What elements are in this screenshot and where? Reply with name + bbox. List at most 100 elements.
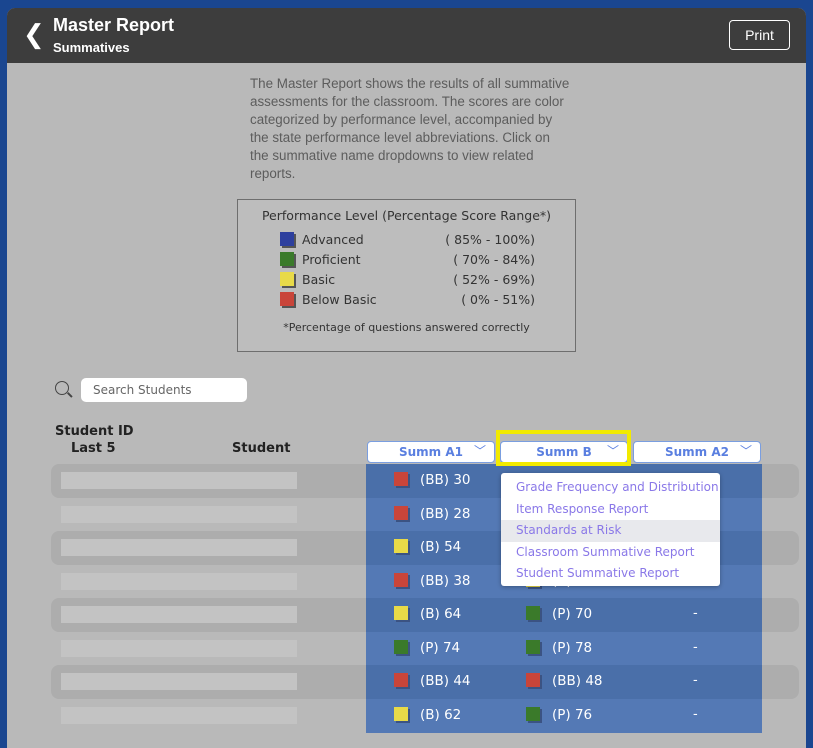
student-name-placeholder	[61, 673, 297, 690]
highlight-box	[496, 430, 631, 466]
legend-level-range: ( 85% - 100%)	[445, 232, 535, 247]
legend-item: Below Basic ( 0% - 51%)	[280, 292, 535, 310]
score-cell-empty: -	[693, 673, 698, 688]
student-name-placeholder	[61, 539, 297, 556]
header: ❮ Master Report Summatives Print	[7, 8, 806, 63]
legend-swatch	[280, 272, 294, 286]
legend-level-range: ( 52% - 69%)	[453, 272, 535, 287]
dropdown-menu-item[interactable]: Student Summative Report	[501, 563, 720, 585]
legend-item: Advanced ( 85% - 100%)	[280, 232, 535, 250]
print-button[interactable]: Print	[729, 20, 790, 50]
table-row: (BB) 44 (BB) 48 -	[51, 665, 799, 699]
score-cells: (B) 64 (P) 70 -	[366, 598, 762, 632]
student-name-placeholder	[61, 505, 297, 523]
legend-note: *Percentage of questions answered correc…	[283, 321, 530, 334]
back-chevron-icon[interactable]: ❮	[23, 22, 45, 48]
level-swatch	[394, 539, 408, 553]
table-row: (B) 64 (P) 70 -	[51, 598, 799, 632]
level-swatch	[394, 606, 408, 620]
level-swatch	[526, 706, 540, 721]
score-value: (BB) 44	[420, 673, 471, 689]
score-cell[interactable]: (BB) 30	[394, 472, 471, 488]
performance-legend: Performance Level (Percentage Score Rang…	[237, 199, 576, 352]
score-cell[interactable]: (BB) 28	[394, 505, 471, 522]
score-cell[interactable]: (BB) 44	[394, 673, 471, 689]
summative-name: Summ A2	[664, 445, 729, 459]
legend-item: Basic ( 52% - 69%)	[280, 272, 535, 290]
score-value: (P) 74	[420, 639, 461, 656]
dropdown-menu-item[interactable]: Classroom Summative Report	[501, 542, 720, 564]
level-swatch	[526, 606, 540, 620]
summative-dropdown-3[interactable]: Summ A2 ﹀	[633, 441, 761, 463]
level-swatch	[526, 639, 540, 654]
description: The Master Report shows the results of a…	[250, 76, 570, 181]
dropdown-menu-item[interactable]: Item Response Report	[501, 499, 720, 521]
dropdown-menu-item[interactable]: Standards at Risk	[501, 520, 720, 542]
level-swatch	[394, 706, 408, 721]
score-cell[interactable]: (P) 78	[526, 639, 593, 656]
score-cell[interactable]: (B) 62	[394, 706, 462, 723]
search-icon	[55, 381, 69, 395]
page-subtitle: Summatives	[53, 40, 130, 55]
legend-level-name: Below Basic	[302, 292, 377, 307]
student-name-placeholder	[61, 572, 297, 590]
student-name-placeholder	[61, 606, 297, 623]
score-value: (B) 62	[420, 706, 462, 723]
score-value: (BB) 38	[420, 572, 471, 589]
score-value: (BB) 30	[420, 472, 471, 488]
col-header-last5: Last 5	[71, 441, 116, 456]
report-panel: ❮ Master Report Summatives Print The Mas…	[7, 8, 806, 748]
chevron-down-icon: ﹀	[739, 444, 752, 458]
score-cell[interactable]: (B) 54	[394, 539, 461, 555]
score-value: (BB) 28	[420, 505, 471, 522]
score-cell-empty: -	[693, 606, 698, 621]
level-swatch	[394, 572, 408, 587]
score-cell[interactable]: (P) 76	[526, 706, 593, 723]
legend-level-range: ( 70% - 84%)	[453, 252, 535, 267]
score-value: (B) 54	[420, 539, 462, 555]
score-cells: (BB) 44 (BB) 48 -	[366, 665, 762, 699]
level-swatch	[394, 673, 408, 687]
level-swatch	[526, 673, 540, 687]
summative-name: Summ A1	[398, 445, 463, 459]
legend-level-name: Advanced	[302, 232, 364, 247]
legend-level-name: Basic	[302, 272, 336, 287]
score-cell[interactable]: (P) 74	[394, 639, 461, 656]
legend-swatch	[280, 292, 294, 306]
score-value: (P) 76	[552, 706, 593, 723]
legend-item: Proficient ( 70% - 84%)	[280, 252, 535, 270]
legend-level-name: Proficient	[302, 252, 361, 267]
score-value: (P) 78	[552, 639, 593, 656]
score-cells: (P) 74 (P) 78 -	[366, 631, 762, 666]
chevron-down-icon: ﹀	[473, 444, 486, 458]
level-swatch	[394, 639, 408, 654]
score-cell-empty: -	[693, 706, 698, 722]
score-value: (B) 64	[420, 606, 462, 622]
score-cells: (B) 62 (P) 76 -	[366, 698, 762, 733]
page-title: Master Report	[53, 15, 175, 35]
summative-dropdown-menu: Grade Frequency and Distribution Item Res…	[501, 473, 720, 586]
table-row: (B) 62 (P) 76 -	[51, 698, 799, 733]
score-cell[interactable]: (P) 70	[526, 606, 592, 622]
student-name-placeholder	[61, 472, 297, 489]
score-cell-empty: -	[693, 639, 698, 655]
level-swatch	[394, 472, 408, 486]
score-cell[interactable]: (BB) 38	[394, 572, 471, 589]
level-swatch	[394, 505, 408, 520]
col-header-student-id: Student ID	[55, 424, 134, 439]
legend-title: Performance Level (Percentage Score Rang…	[261, 208, 552, 223]
score-cell[interactable]: (B) 64	[394, 606, 461, 622]
legend-level-range: ( 0% - 51%)	[461, 292, 535, 307]
legend-swatch	[280, 232, 294, 246]
score-value: (BB) 48	[552, 673, 603, 689]
table-row: (P) 74 (P) 78 -	[51, 631, 799, 666]
dropdown-menu-item[interactable]: Grade Frequency and Distribution	[501, 477, 720, 499]
search-students-input[interactable]	[81, 378, 247, 402]
student-name-placeholder	[61, 706, 297, 724]
summative-dropdown-1[interactable]: Summ A1 ﹀	[367, 441, 495, 463]
score-cell[interactable]: (BB) 48	[526, 673, 603, 689]
legend-swatch	[280, 252, 294, 266]
student-name-placeholder	[61, 639, 297, 657]
score-value: (P) 70	[552, 606, 593, 622]
col-header-student[interactable]: Student	[232, 441, 290, 456]
